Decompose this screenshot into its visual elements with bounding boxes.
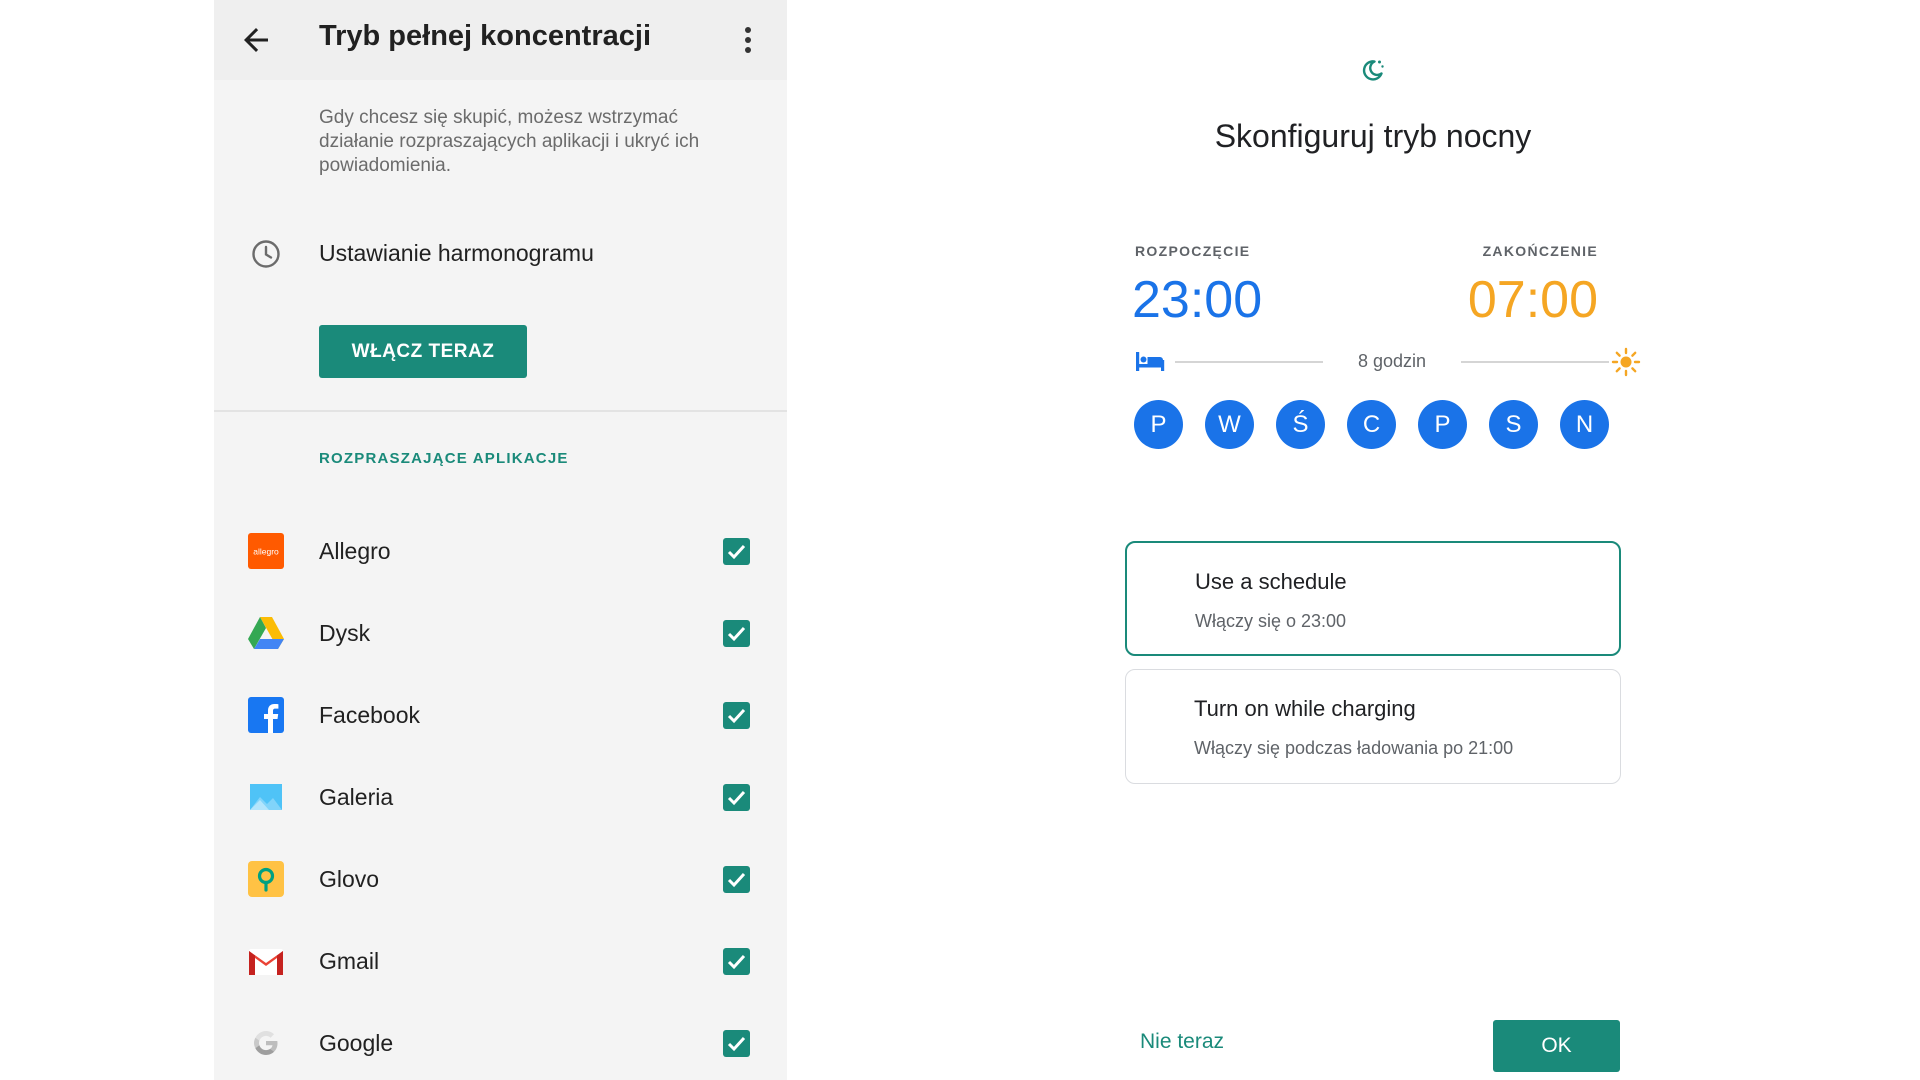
- duration-line-right: [1461, 361, 1609, 363]
- day-toggle-sun[interactable]: N: [1560, 400, 1609, 449]
- not-now-button[interactable]: Nie teraz: [1140, 1030, 1224, 1054]
- focus-description: Gdy chcesz się skupić, możesz wstrzymać …: [319, 107, 700, 176]
- back-arrow-icon[interactable]: [238, 22, 274, 58]
- app-row-allegro[interactable]: allegro Allegro: [214, 510, 787, 592]
- option-title: Use a schedule: [1195, 569, 1347, 594]
- day-toggle-sat[interactable]: S: [1489, 400, 1538, 449]
- weekday-selector: P W Ś C P S N: [1134, 400, 1614, 452]
- duration-row: 8 godzin: [1135, 347, 1641, 377]
- ok-button[interactable]: OK: [1493, 1020, 1620, 1072]
- checkbox-checked-icon[interactable]: [723, 784, 750, 811]
- gmail-icon: [249, 949, 283, 975]
- clock-icon: [252, 240, 280, 268]
- distracting-apps-list: allegro Allegro Dysk Facebook Galeria Gl…: [214, 510, 787, 1080]
- screenshot-stage: Tryb pełnej koncentracji Gdy chcesz się …: [0, 0, 1920, 1080]
- duration-line-left: [1175, 361, 1323, 363]
- checkbox-checked-icon[interactable]: [723, 948, 750, 975]
- day-toggle-mon[interactable]: P: [1134, 400, 1183, 449]
- app-row-dysk[interactable]: Dysk: [214, 592, 787, 674]
- more-vert-icon[interactable]: [736, 22, 760, 58]
- moon-icon: [1362, 60, 1384, 81]
- google-icon: [254, 1031, 278, 1055]
- night-mode-title: Skonfiguruj tryb nocny: [1214, 118, 1532, 154]
- night-mode-screen: Skonfiguruj tryb nocny ROZPOCZĘCIE ZAKOŃ…: [1090, 0, 1656, 1080]
- day-toggle-tue[interactable]: W: [1205, 400, 1254, 449]
- app-name: Gmail: [319, 948, 380, 974]
- enable-now-button[interactable]: WŁĄCZ TERAZ: [319, 325, 527, 378]
- allegro-icon: allegro: [248, 533, 284, 569]
- app-name: Galeria: [319, 784, 394, 810]
- facebook-icon: [248, 697, 284, 733]
- option-charging[interactable]: Turn on while charging Włączy się podcza…: [1125, 669, 1621, 784]
- distracting-apps-header: ROZPRASZAJĄCE APLIKACJE: [319, 450, 569, 467]
- schedule-setting-row[interactable]: Ustawianie harmonogramu: [214, 230, 787, 278]
- section-divider: [214, 410, 787, 412]
- gallery-icon: [250, 784, 282, 810]
- focus-mode-screen: Tryb pełnej koncentracji Gdy chcesz się …: [214, 0, 787, 1080]
- option-subtitle: Włączy się o 23:00: [1195, 611, 1347, 631]
- sun-icon: [1611, 347, 1641, 377]
- app-name: Glovo: [319, 866, 380, 892]
- option-use-schedule[interactable]: Use a schedule Włączy się o 23:00: [1125, 541, 1621, 656]
- day-toggle-thu[interactable]: C: [1347, 400, 1396, 449]
- app-name: Google: [319, 1030, 394, 1056]
- app-name: Allegro: [319, 538, 391, 564]
- checkbox-checked-icon[interactable]: [723, 538, 750, 565]
- checkbox-checked-icon[interactable]: [723, 620, 750, 647]
- option-title: Turn on while charging: [1194, 696, 1416, 721]
- app-row-facebook[interactable]: Facebook: [214, 674, 787, 756]
- day-toggle-fri[interactable]: P: [1418, 400, 1467, 449]
- svg-text:allegro: allegro: [253, 547, 279, 557]
- app-row-galeria[interactable]: Galeria: [214, 756, 787, 838]
- start-label: ROZPOCZĘCIE: [1135, 243, 1251, 259]
- end-time[interactable]: 07:00: [1468, 270, 1598, 330]
- bed-icon: [1136, 352, 1165, 371]
- checkbox-checked-icon[interactable]: [723, 702, 750, 729]
- duration-text: 8 godzin: [1357, 351, 1427, 371]
- drive-icon: [248, 617, 284, 649]
- app-row-google[interactable]: Google: [214, 1002, 787, 1080]
- app-name: Dysk: [319, 620, 371, 646]
- option-subtitle: Włączy się podczas ładowania po 21:00: [1194, 738, 1514, 758]
- app-row-glovo[interactable]: Glovo: [214, 838, 787, 920]
- start-time[interactable]: 23:00: [1132, 270, 1262, 330]
- checkbox-checked-icon[interactable]: [723, 1030, 750, 1057]
- end-label: ZAKOŃCZENIE: [1482, 243, 1598, 259]
- day-toggle-wed[interactable]: Ś: [1276, 400, 1325, 449]
- schedule-label: Ustawianie harmonogramu: [319, 240, 594, 266]
- page-title: Tryb pełnej koncentracji: [319, 20, 651, 52]
- app-name: Facebook: [319, 702, 421, 728]
- app-bar: Tryb pełnej koncentracji: [214, 0, 787, 80]
- app-row-gmail[interactable]: Gmail: [214, 920, 787, 1002]
- checkbox-checked-icon[interactable]: [723, 866, 750, 893]
- glovo-icon: [248, 861, 284, 897]
